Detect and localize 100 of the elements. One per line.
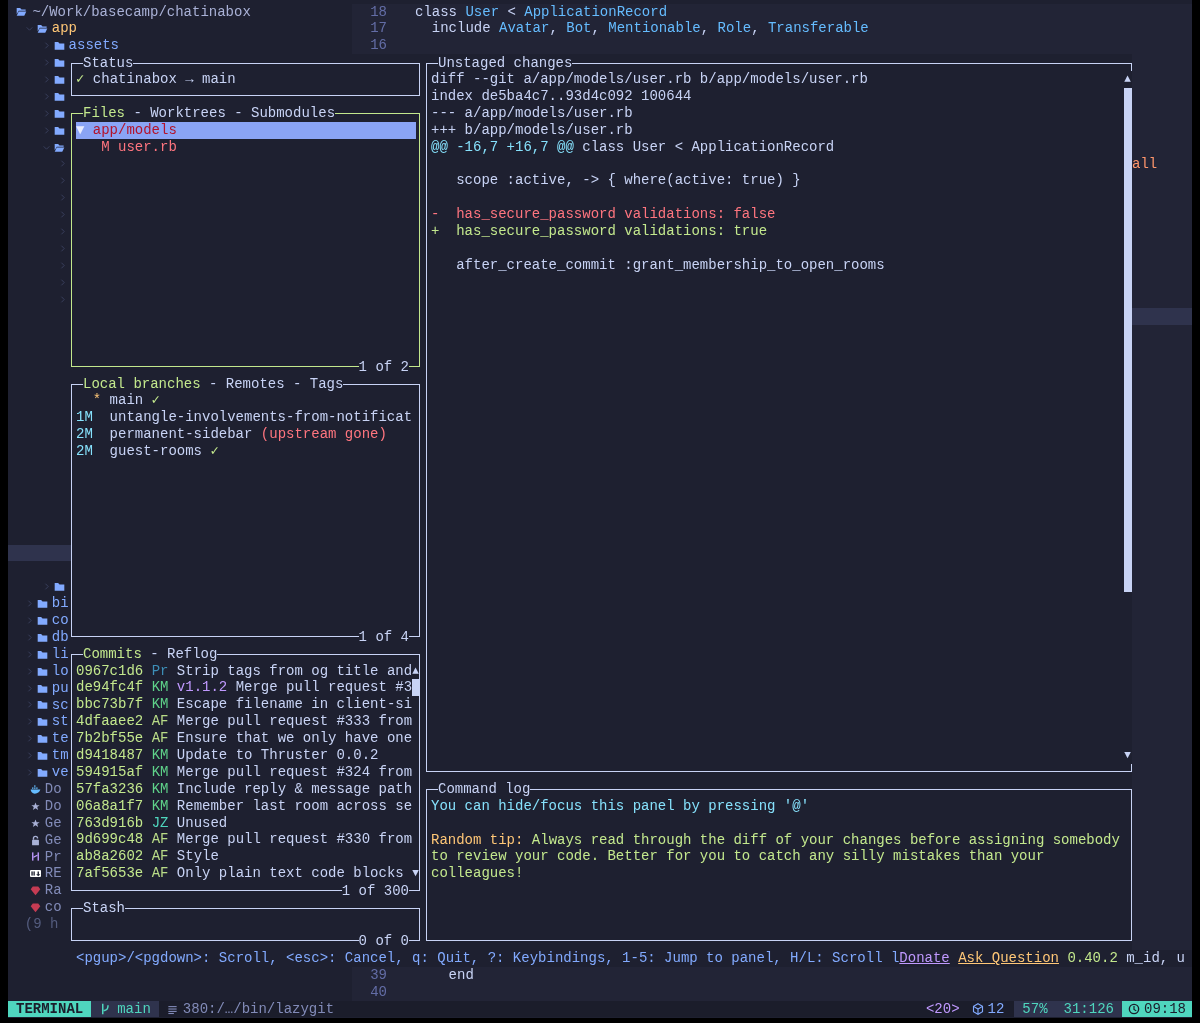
panel-tab[interactable]: Remotes [225,375,285,393]
chevron-right-icon[interactable] [58,243,68,253]
tree-item-label[interactable]: Ge [44,814,62,832]
commit-row[interactable]: 763d916b JZ Unused [76,814,413,832]
chevron-down-icon[interactable] [24,24,34,34]
tree-item-label[interactable]: Do [44,797,62,815]
panel-tab[interactable]: Worktrees [150,105,226,123]
tree-item-label[interactable]: tm [51,747,69,765]
panel-tab[interactable]: Local branches [83,375,201,393]
cube-icon [971,1003,984,1015]
tip-message: Random tip: Always read through the diff of your changes before assigning somebody to review your code. Better for you to catch any silly mistakes than your colleagues! [431,831,1121,883]
commit-row[interactable]: d9418487 KM Update to Thruster 0.0.2 [76,747,413,764]
branch-row[interactable]: 2M permanent-sidebar (upstream gone) [76,425,416,443]
tree-item-label[interactable]: db [51,628,69,646]
tree-item-label[interactable]: RE [44,865,62,883]
scroll-thumb[interactable] [412,679,420,697]
clock-time: 09:18 [1144,1000,1186,1018]
tree-item-label[interactable]: ve [51,764,69,781]
chevron-right-icon[interactable] [58,260,68,270]
buffer-counter: <20> [925,1000,961,1018]
panel-tab[interactable]: Files [83,105,125,123]
file-tree-row[interactable]: M user.rb [76,138,416,156]
star-icon [29,817,41,829]
tree-item-label[interactable]: assets [68,37,119,55]
scroll-thumb[interactable] [1123,87,1132,592]
commit-row[interactable]: 06a8a1f7 KM Remember last room across se [76,797,413,815]
chevron-right-icon[interactable] [58,210,68,220]
version-text: 0.40.2 [1067,949,1118,967]
gem-icon [29,902,41,914]
tab-separator: - [293,375,302,393]
diff-line: - has_secure_password validations: false [431,206,776,224]
help-link[interactable]: Ask Question [958,949,1059,967]
tree-item-label[interactable]: bi [51,595,69,613]
panel-tab[interactable]: Tags [309,375,344,393]
tree-root-path[interactable]: ~/Work/basecamp/chatinabox [32,3,251,21]
star-icon [29,800,41,812]
diff-line: +++ b/app/models/user.rb [431,121,633,139]
commit-row[interactable]: de94fc4f KM v1.1.2 Merge pull request #3 [76,679,413,697]
diff-line: diff --git a/app/models/user.rb b/app/models/user.rb [431,71,868,88]
diff-line: index de5ba4c7..93d4c092 100644 [431,87,692,105]
commit-row[interactable]: bbc73b7f KM Escape filename in client-si [76,696,413,714]
panel-tab[interactable]: Reflog [167,646,218,664]
tab-separator: - [209,375,218,393]
tree-item-label[interactable]: Do [44,780,62,798]
open-folder-icon [16,6,28,18]
tab-separator: - [234,105,243,123]
chevron-right-icon[interactable] [58,227,68,237]
diff-line: after_create_commit :grant_membership_to_open_rooms [455,256,885,274]
tree-item-label[interactable]: te [51,730,69,748]
chevron-right-icon[interactable] [58,193,68,203]
tree-item-label[interactable]: pu [51,679,69,697]
line-number: 16 [369,37,387,55]
line-number: 17 [369,20,387,38]
commit-row[interactable]: ab8a2602 AF Style [76,848,413,866]
chevron-right-icon[interactable] [58,277,68,287]
tab-separator: - [133,105,142,123]
tree-item-label[interactable]: sc [51,696,69,714]
diff-line: --- a/app/models/user.rb [431,104,633,122]
tree-item-label[interactable]: app [51,20,77,38]
branch-row[interactable]: 1M untangle-involvements-from-notificat [76,409,416,426]
code-line: class User < ApplicationRecord [415,3,668,21]
commit-row[interactable]: 7af5653e AF Only plain text code blocks [76,865,413,883]
tree-item-label[interactable]: st [51,713,69,731]
tree-item-label[interactable]: li [51,645,69,663]
panel-title: Status [83,54,134,72]
chevron-right-icon[interactable] [58,159,68,169]
scroll-down-arrow[interactable]: ▼ [412,865,419,883]
chevron-right-icon[interactable] [58,294,68,304]
tree-status-text: (9 h [24,916,59,933]
donate-link[interactable]: Donate [899,949,950,967]
terminal-path: 380:/…/bin/lazygit [182,1000,335,1018]
commit-row[interactable]: 4dfaaee2 AF Merge pull request #333 from [76,713,413,731]
tree-item-label[interactable]: Pr [44,848,62,866]
chevron-right-icon[interactable] [58,176,68,186]
commit-row[interactable]: 7b2bf55e AF Ensure that we only have one [76,730,413,747]
lines-icon [166,1003,178,1015]
scroll-down-arrow[interactable]: ▼ [1124,747,1131,764]
document-badge-icon [29,868,41,880]
scroll-up-arrow[interactable]: ▲ [1124,71,1131,88]
code-line: include Avatar, Bot, Mentionable, Role, Transferable [430,20,869,38]
keybinding-hints: <pgup>/<pgdown>: Scroll, <esc>: Cancel, q: Quit, ?: Keybindings, 1-5: Jump to panel, H/L: Scroll l [76,949,900,967]
commit-row[interactable]: 57fa3236 KM Include reply & message path [76,780,413,798]
panel-tab[interactable]: Commits [83,646,142,664]
branch-row[interactable]: * main ✓ [76,392,416,410]
tree-item-label[interactable]: Ra [44,882,62,900]
commit-row[interactable]: 594915af KM Merge pull request #324 from [76,763,413,781]
tree-item-label[interactable]: lo [51,662,69,680]
panel-tab[interactable]: Submodules [251,105,336,123]
status-line: ✓ chatinabox → main [76,71,236,88]
scroll-up-arrow[interactable]: ▲ [412,662,419,680]
commit-row[interactable]: 9d699c48 AF Merge pull request #330 from [76,831,413,849]
tree-item-label[interactable]: co [44,899,62,917]
branch-row[interactable]: 2M guest-rooms ✓ [76,442,416,460]
log-message: You can hide/focus this panel by pressing '@' [431,797,811,815]
diff-line: @@ -16,7 +16,7 @@ class User < ApplicationRecord [431,138,835,156]
panel-title: Command log [438,781,531,799]
tree-item-label[interactable]: co [51,612,69,629]
commit-row[interactable]: 0967c1d6 Pr Strip tags from og title and [76,662,413,680]
clock-icon [1128,1003,1140,1015]
tree-item-label[interactable]: Ge [44,831,62,849]
